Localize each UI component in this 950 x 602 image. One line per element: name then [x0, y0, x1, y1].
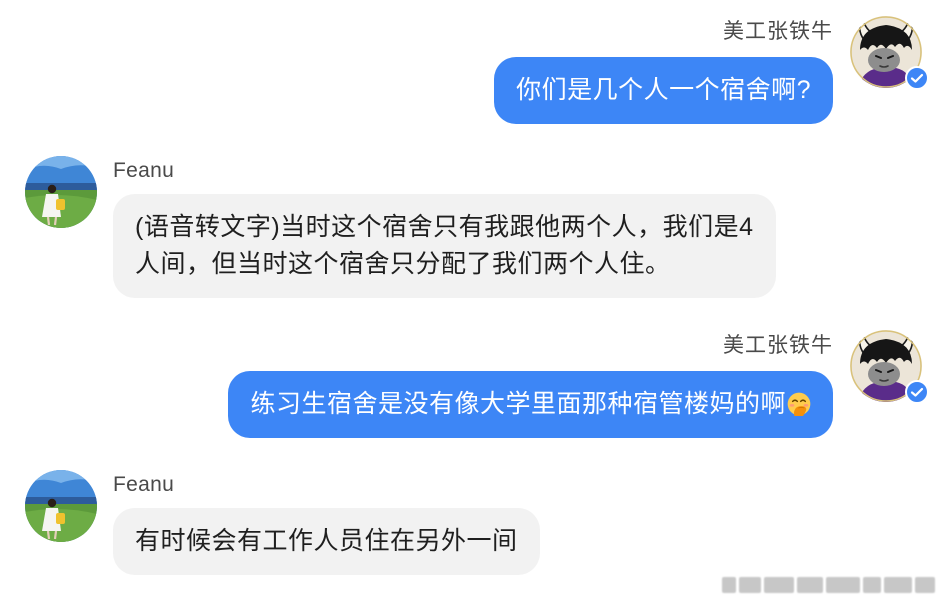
- message-bubble[interactable]: (语音转文字)当时这个宿舍只有我跟他两个人，我们是4 人间，但当时这个宿舍只分配…: [113, 194, 776, 298]
- chat-thread: 美工张铁牛 你们是几个人一个宿舍啊? Feanu (语音转文字)当时这个宿舍只有…: [0, 0, 950, 602]
- hand-over-mouth-emoji-icon: [787, 392, 811, 416]
- message-text: 有时候会有工作人员住在另外一间: [135, 527, 518, 555]
- message-incoming: Feanu (语音转文字)当时这个宿舍只有我跟他两个人，我们是4 人间，但当时这…: [0, 156, 950, 298]
- sender-name: 美工张铁牛: [723, 20, 833, 43]
- verified-badge-icon: [905, 380, 929, 404]
- message-bubble[interactable]: 有时候会有工作人员住在另外一间: [113, 508, 540, 575]
- message-outgoing: 美工张铁牛 你们是几个人一个宿舍啊?: [0, 16, 950, 128]
- sender-name: Feanu: [113, 473, 175, 496]
- message-text: 练习生宿舍是没有像大学里面那种宿管楼妈的啊: [250, 390, 786, 418]
- message-text-line: 人间，但当时这个宿舍只分配了我们两个人住。: [135, 250, 671, 278]
- sender-avatar[interactable]: [850, 16, 929, 90]
- message-bubble[interactable]: 练习生宿舍是没有像大学里面那种宿管楼妈的啊: [228, 371, 833, 438]
- message-text: 你们是几个人一个宿舍啊?: [516, 76, 811, 104]
- sender-name: Feanu: [113, 159, 175, 182]
- sender-avatar[interactable]: [850, 330, 929, 404]
- message-bubble[interactable]: 你们是几个人一个宿舍啊?: [494, 57, 833, 124]
- sender-avatar[interactable]: [25, 156, 97, 228]
- field-photo-avatar-icon: [25, 470, 97, 542]
- message-outgoing: 美工张铁牛 练习生宿舍是没有像大学里面那种宿管楼妈的啊: [0, 330, 950, 442]
- field-photo-avatar-icon: [25, 156, 97, 228]
- message-text-line: (语音转文字)当时这个宿舍只有我跟他两个人，我们是4: [135, 213, 754, 241]
- verified-badge-icon: [905, 66, 929, 90]
- message-incoming: Feanu 有时候会有工作人员住在另外一间: [0, 470, 950, 582]
- sender-avatar[interactable]: [25, 470, 97, 542]
- watermark: [722, 577, 935, 593]
- sender-name: 美工张铁牛: [723, 334, 833, 357]
